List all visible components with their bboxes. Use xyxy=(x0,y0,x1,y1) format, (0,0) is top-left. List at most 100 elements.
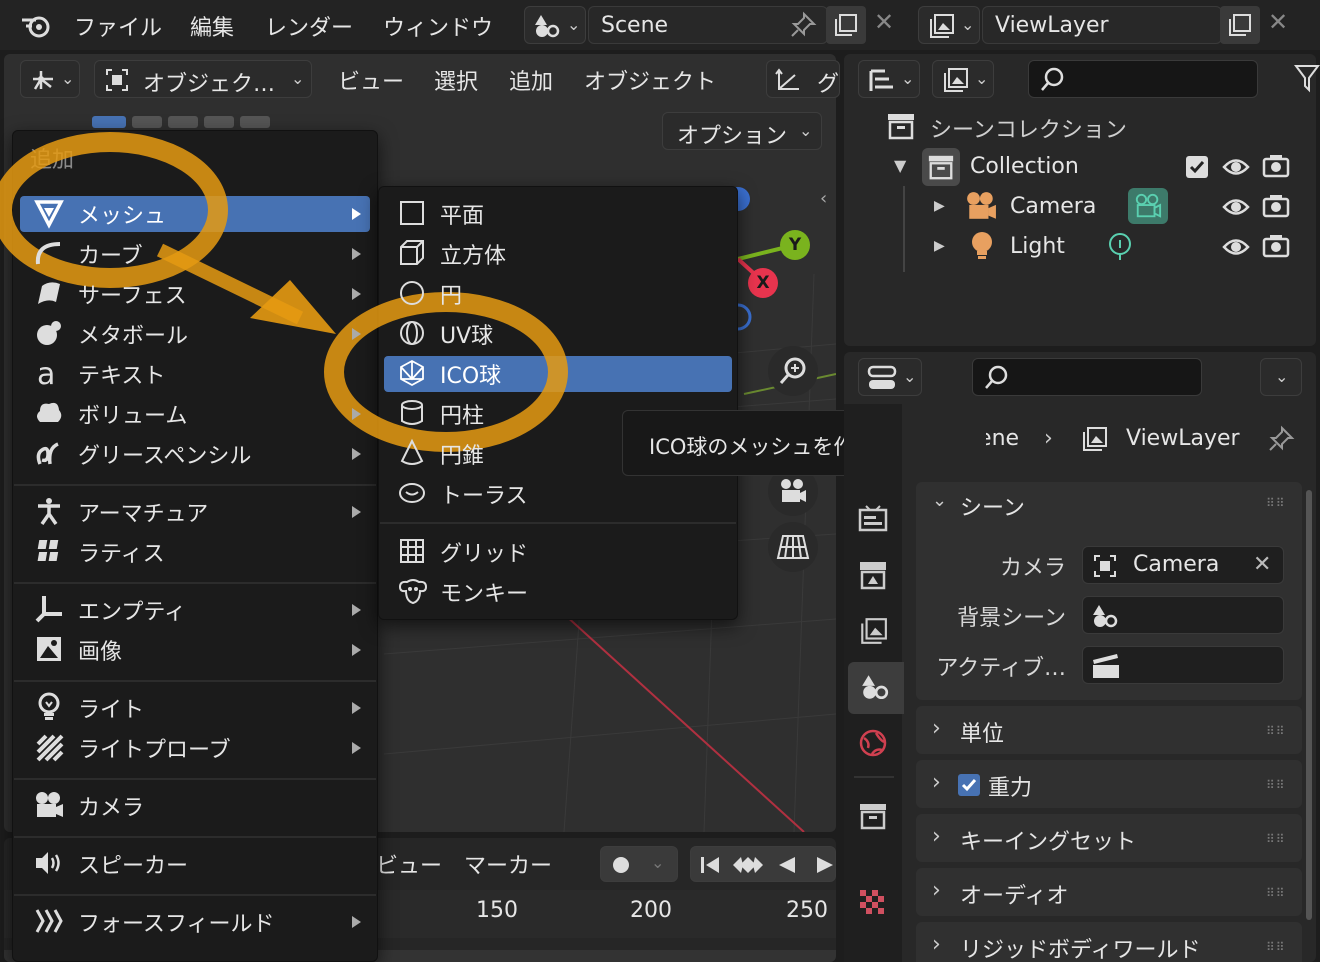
editor-type-dropdown[interactable]: ⌄ xyxy=(20,60,80,98)
render-camera-icon[interactable] xyxy=(1262,234,1290,258)
new-viewlayer-button[interactable] xyxy=(1220,6,1260,44)
panel-drag-handle-icon[interactable]: ⠿⠿ xyxy=(1266,832,1286,846)
select-intersect-icon[interactable] xyxy=(240,116,270,128)
zoom-button[interactable] xyxy=(768,346,818,396)
panel-drag-handle-icon[interactable]: ⠿⠿ xyxy=(1266,496,1286,510)
mesh-menu-item-uv-sphere[interactable]: UV球 xyxy=(384,314,732,354)
timeline-menu-view[interactable]: ビュー xyxy=(376,848,442,880)
add-menu-item-speaker[interactable]: スピーカー xyxy=(20,844,370,884)
tab-world-icon[interactable] xyxy=(858,728,888,758)
close-viewlayer-icon[interactable]: ✕ xyxy=(1268,8,1288,36)
tab-render-icon[interactable] xyxy=(858,504,888,532)
scene-type-dropdown[interactable]: ⌄ xyxy=(524,6,586,44)
add-menu-item-light-probe[interactable]: ライトプローブ xyxy=(20,728,370,768)
selection-mode-buttons[interactable] xyxy=(92,114,282,128)
outliner-search-input[interactable] xyxy=(1028,60,1258,98)
outliner-filter-mode-dropdown[interactable]: ⌄ xyxy=(932,60,994,98)
render-camera-icon[interactable] xyxy=(1262,194,1290,218)
add-menu-item-image[interactable]: 画像 xyxy=(20,630,370,670)
viewlayer-name-field[interactable]: ViewLayer xyxy=(982,6,1222,44)
gizmo-x-axis[interactable]: X xyxy=(748,268,778,298)
light-expand-icon[interactable]: ▶ xyxy=(934,238,945,254)
filter-icon[interactable] xyxy=(1294,64,1320,94)
panel-drag-handle-icon[interactable]: ⠿⠿ xyxy=(1266,724,1286,738)
tab-collection-icon[interactable] xyxy=(858,802,888,830)
add-menu-item-grease-pencil[interactable]: グリースペンシル xyxy=(20,434,370,474)
select-subtract-icon[interactable] xyxy=(168,116,198,128)
camera-data-icon-box[interactable] xyxy=(1128,188,1168,224)
select-new-icon[interactable] xyxy=(92,116,126,128)
add-menu-item-text[interactable]: a テキスト xyxy=(20,354,370,394)
scene-panel-title[interactable]: シーン xyxy=(960,490,1025,522)
ortho-toggle-button[interactable] xyxy=(768,522,818,572)
options-dropdown[interactable]: オプション ⌄ xyxy=(662,112,822,150)
collection-expand-icon[interactable]: ▼ xyxy=(894,156,906,175)
pin-icon[interactable] xyxy=(1268,425,1295,452)
menu-select[interactable]: 選択 xyxy=(434,64,478,96)
scene-panel-collapse-icon[interactable]: ⌄ xyxy=(932,490,947,511)
tab-scene-active[interactable] xyxy=(848,662,904,714)
close-scene-icon[interactable]: ✕ xyxy=(874,8,894,36)
tab-viewlayer-icon[interactable] xyxy=(858,616,888,646)
mesh-menu-item-grid[interactable]: グリッド xyxy=(384,532,732,572)
properties-scrollbar[interactable] xyxy=(1306,490,1312,920)
eye-icon[interactable] xyxy=(1222,196,1250,218)
add-menu-item-volume[interactable]: ボリューム xyxy=(20,394,370,434)
eye-icon[interactable] xyxy=(1222,156,1250,178)
properties-options-dropdown[interactable]: ⌄ xyxy=(1260,358,1302,396)
mesh-menu-item-cylinder[interactable]: 円柱 xyxy=(384,394,732,434)
blender-logo-icon[interactable] xyxy=(20,10,52,40)
viewlayer-type-dropdown[interactable]: ⌄ xyxy=(918,6,980,44)
properties-section-3[interactable]: › オーディオ ⠿⠿ xyxy=(916,868,1302,916)
menu-view[interactable]: ビュー xyxy=(338,64,404,96)
properties-section-1[interactable]: › 重力 ⠿⠿ xyxy=(916,760,1302,808)
menu-render[interactable]: レンダー xyxy=(265,10,353,42)
add-menu-item-mesh[interactable]: メッシュ xyxy=(20,194,370,234)
jump-start-icon[interactable] xyxy=(699,855,721,875)
eye-icon[interactable] xyxy=(1222,236,1250,258)
tab-texture-icon[interactable] xyxy=(858,888,888,918)
collection-label[interactable]: Collection xyxy=(970,154,1079,179)
camera-expand-icon[interactable]: ▶ xyxy=(934,198,945,214)
sidebar-toggle-icon[interactable]: ‹ xyxy=(820,188,827,209)
properties-section-2[interactable]: › キーイングセット ⠿⠿ xyxy=(916,814,1302,862)
play-icon[interactable] xyxy=(815,855,835,875)
mode-dropdown[interactable]: オブジェク… ⌄ xyxy=(94,60,312,98)
light-data-icon[interactable] xyxy=(1106,232,1134,262)
playback-controls[interactable] xyxy=(690,846,836,882)
properties-editor-type-dropdown[interactable]: ⌄ xyxy=(858,358,922,396)
mesh-menu-item-ico-sphere[interactable]: ICO球 xyxy=(384,354,732,394)
new-scene-button[interactable] xyxy=(826,6,866,44)
panel-drag-handle-icon[interactable]: ⠿⠿ xyxy=(1266,940,1286,954)
properties-section-0[interactable]: › 単位 ⠿⠿ xyxy=(916,706,1302,754)
menu-window[interactable]: ウィンドウ xyxy=(383,10,493,42)
add-menu-item-force-field[interactable]: フォースフィールド xyxy=(20,902,370,942)
add-menu-item-armature[interactable]: アーマチュア xyxy=(20,492,370,532)
mesh-menu-item-plane[interactable]: 平面 xyxy=(384,194,732,234)
mesh-menu-item-circle[interactable]: 円 xyxy=(384,274,732,314)
pin-icon[interactable] xyxy=(790,11,817,38)
select-invert-icon[interactable] xyxy=(204,116,234,128)
scene-camera-field[interactable]: Camera ✕ xyxy=(1082,546,1284,584)
select-extend-icon[interactable] xyxy=(132,116,162,128)
mesh-menu-item-torus[interactable]: トーラス xyxy=(384,474,732,514)
properties-section-4[interactable]: › リジッドボディワールド ⠿⠿ xyxy=(916,922,1302,962)
tab-output-icon[interactable] xyxy=(858,560,888,590)
keyframe-record-button[interactable]: ⌄ xyxy=(600,846,678,882)
add-menu-item-camera[interactable]: カメラ xyxy=(20,786,370,826)
timeline-menu-marker[interactable]: マーカー xyxy=(464,848,552,880)
add-menu-item-curve[interactable]: カーブ xyxy=(20,234,370,274)
add-menu-item-lattice[interactable]: ラティス xyxy=(20,532,370,572)
outliner-item-camera[interactable]: Camera xyxy=(1010,194,1096,219)
active-clip-field[interactable] xyxy=(1082,646,1284,684)
properties-search-input[interactable] xyxy=(972,358,1202,396)
scene-collection-label[interactable]: シーンコレクション xyxy=(930,112,1127,144)
panel-drag-handle-icon[interactable]: ⠿⠿ xyxy=(1266,778,1286,792)
transform-orientation-button[interactable]: グ xyxy=(766,60,840,98)
outliner-display-dropdown[interactable]: ⌄ xyxy=(858,60,920,98)
add-menu-item-surface[interactable]: サーフェス xyxy=(20,274,370,314)
play-reverse-icon[interactable] xyxy=(777,855,797,875)
mesh-menu-item-cone[interactable]: 円錐 xyxy=(384,434,732,474)
menu-object[interactable]: オブジェクト xyxy=(584,64,716,96)
collection-exclude-checkbox[interactable] xyxy=(1186,156,1208,178)
